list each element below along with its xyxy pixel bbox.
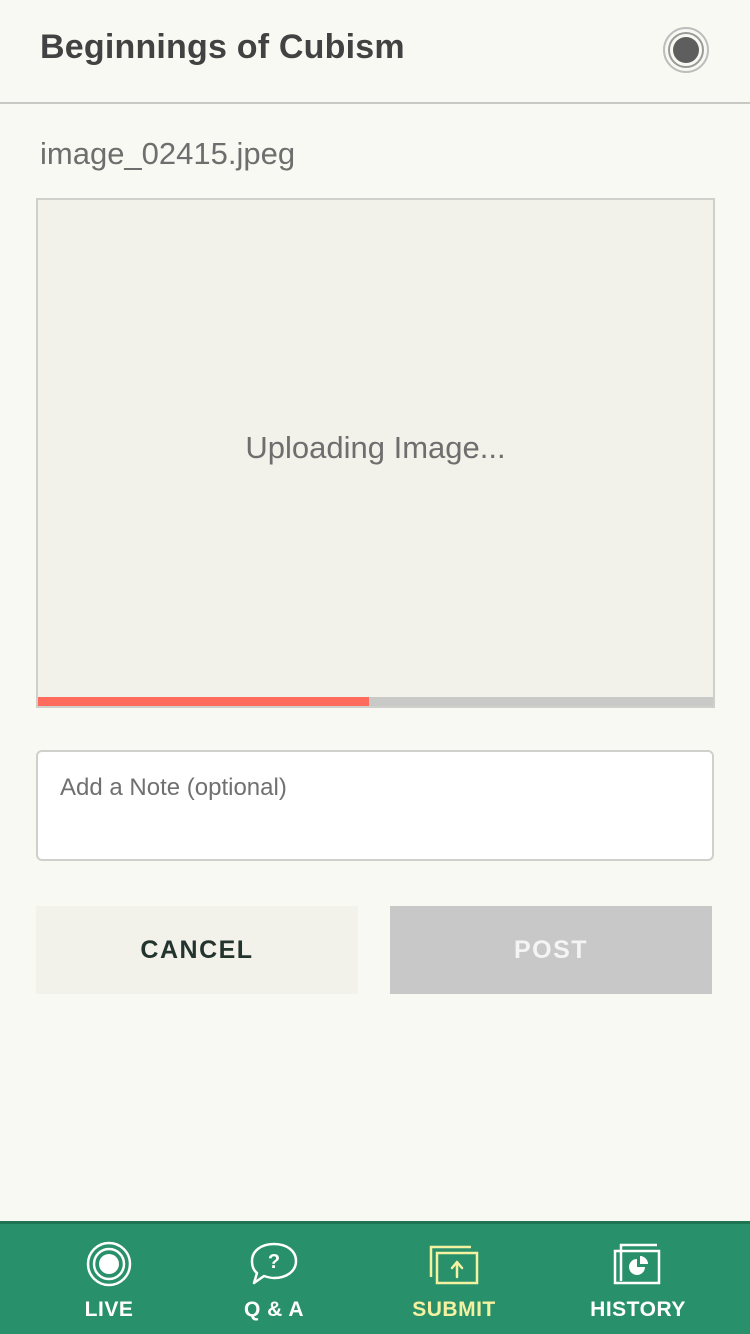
tab-qa[interactable]: ? Q & A [199,1224,349,1334]
live-icon [85,1240,133,1288]
upload-status: Uploading Image... [245,430,506,465]
tab-live[interactable]: LIVE [34,1224,184,1334]
page-title: Beginnings of Cubism [40,28,405,66]
post-button[interactable]: POST [390,906,712,994]
upload-icon [427,1240,481,1288]
tab-submit[interactable]: SUBMIT [379,1224,529,1334]
bottom-tab-bar: LIVE ? Q & A SUBMIT HISTORY [0,1221,750,1334]
upload-progress-fill [38,697,369,706]
record-icon[interactable] [662,26,710,74]
tab-label: LIVE [84,1298,134,1321]
file-name: image_02415.jpeg [40,136,296,171]
image-preview: Uploading Image... [36,198,715,708]
upload-progress-bar [38,697,713,706]
history-icon [611,1240,665,1288]
tab-history[interactable]: HISTORY [563,1224,713,1334]
tab-label: HISTORY [590,1298,686,1321]
svg-text:?: ? [268,1251,280,1273]
tab-label: SUBMIT [412,1298,496,1321]
note-field[interactable] [36,750,714,861]
top-bar: Beginnings of Cubism [0,0,750,104]
question-bubble-icon: ? [248,1240,300,1288]
tab-label: Q & A [243,1298,305,1321]
cancel-button[interactable]: CANCEL [36,906,358,994]
